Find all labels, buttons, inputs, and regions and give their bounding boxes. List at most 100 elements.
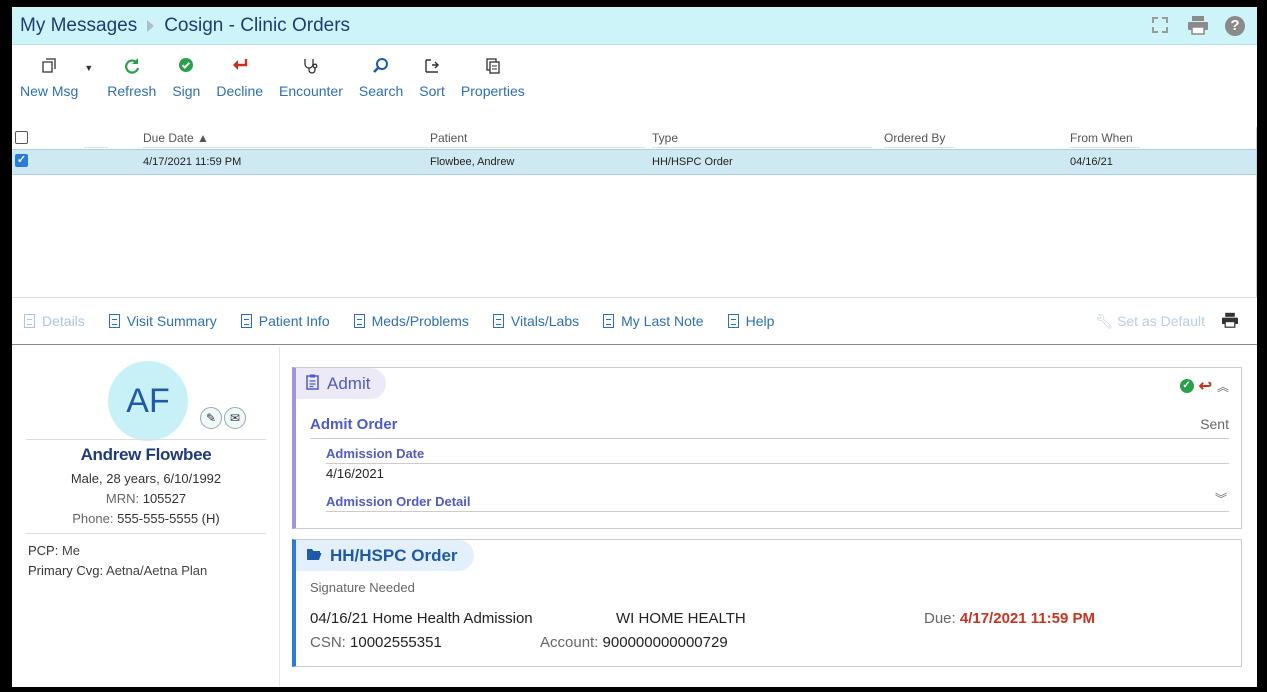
column-due-date[interactable]: Due Date ▲ <box>143 131 209 145</box>
decline-arrow-icon <box>231 57 249 77</box>
row-from-when: 04/16/21 <box>1070 156 1113 168</box>
sort-button[interactable]: Sort <box>411 51 453 99</box>
tab-meds-problems[interactable]: Meds/Problems <box>353 313 469 329</box>
properties-icon <box>484 57 502 77</box>
sort-icon <box>423 57 441 77</box>
header-divider <box>652 147 872 148</box>
document-icon <box>603 314 615 328</box>
table-row[interactable]: ✓ 4/17/2021 11:59 PM Flowbee, Andrew HH/… <box>12 149 1257 175</box>
order-agency: WI HOME HEALTH <box>616 610 746 627</box>
pcp-value: Me <box>61 543 81 558</box>
patient-panel: AF ✎ ✉ Andrew Flowbee Male, 28 years, 6/… <box>12 347 280 687</box>
document-icon <box>353 314 365 328</box>
print-icon[interactable] <box>1221 312 1239 333</box>
expand-icon[interactable] <box>1149 15 1171 37</box>
message-patient-icon[interactable]: ✉ <box>224 407 246 429</box>
collapse-up-icon[interactable]: ︽ <box>1217 378 1229 395</box>
row-checkbox[interactable]: ✓ <box>15 154 28 167</box>
new-msg-label: New Msg <box>20 83 79 99</box>
column-patient[interactable]: Patient <box>430 131 467 145</box>
toolbar: New Msg ▼ Refresh Sign Decline Encounter <box>12 51 533 111</box>
stethoscope-icon <box>302 57 320 77</box>
avatar: AF <box>108 361 188 441</box>
document-icon <box>492 314 504 328</box>
order-csn: CSN: 10002555351 <box>310 634 442 651</box>
divider <box>26 439 266 440</box>
tab-my-last-note[interactable]: My Last Note <box>603 313 704 329</box>
order-card: HH/HSPC Order Signature Needed 04/16/21 … <box>292 539 1242 667</box>
admit-status: Sent <box>1200 416 1229 432</box>
admit-card-title: Admit <box>327 373 371 393</box>
refresh-label: Refresh <box>107 83 157 99</box>
tab-patient-info[interactable]: Patient Info <box>240 313 330 329</box>
set-as-default-button[interactable]: 🔧︎ Set as Default <box>1095 313 1205 330</box>
breadcrumb-my-messages[interactable]: My Messages <box>20 15 137 37</box>
refresh-icon <box>123 57 141 77</box>
patient-coverage: Primary Cvg: Aetna/Aetna Plan <box>28 563 207 578</box>
due-label: Due: <box>924 610 956 627</box>
tab-details[interactable]: Details <box>24 313 85 329</box>
document-icon <box>108 314 120 328</box>
column-from-when[interactable]: From When <box>1070 131 1133 145</box>
order-due: Due: 4/17/2021 11:59 PM <box>924 610 1095 627</box>
column-type[interactable]: Type <box>652 131 678 145</box>
header-divider <box>884 147 954 148</box>
tab-vitals-labs[interactable]: Vitals/Labs <box>492 313 580 329</box>
order-account: Account: 900000000000729 <box>540 634 728 651</box>
account-label: Account: <box>540 634 599 651</box>
column-ordered-by[interactable]: Ordered By <box>884 131 945 145</box>
print-icon[interactable] <box>1187 15 1209 37</box>
tab-my-last-note-label: My Last Note <box>621 313 704 329</box>
edit-photo-icon[interactable]: ✎ <box>200 407 222 429</box>
patient-name: Andrew Flowbee <box>80 445 212 464</box>
sign-check-icon <box>178 57 194 77</box>
encounter-button[interactable]: Encounter <box>271 51 351 99</box>
detail-tabs: Details Visit Summary Patient Info Meds/… <box>12 297 1257 345</box>
tab-vitals-labs-label: Vitals/Labs <box>510 313 580 329</box>
search-button[interactable]: Search <box>351 51 411 99</box>
tab-visit-summary[interactable]: Visit Summary <box>108 313 217 329</box>
due-value: 4/17/2021 11:59 PM <box>959 610 1095 627</box>
row-patient: Flowbee, Andrew <box>430 156 515 168</box>
new-message-icon <box>40 57 58 77</box>
help-icon[interactable]: ? <box>1225 16 1245 36</box>
title-actions: ? <box>1149 15 1245 37</box>
order-card-header: HH/HSPC Order <box>296 540 474 571</box>
header-divider <box>84 147 108 148</box>
title-bar: My Messages Cosign - Clinic Orders ? <box>12 7 1257 45</box>
app-window: My Messages Cosign - Clinic Orders ? New… <box>12 7 1257 687</box>
search-label: Search <box>358 83 404 99</box>
decline-button[interactable]: Decline <box>208 51 271 99</box>
tab-meds-problems-label: Meds/Problems <box>371 313 469 329</box>
document-icon <box>240 314 252 328</box>
admit-card: Admit ✓ ↩ ︽ Admit Order Sent Admission D… <box>292 367 1242 529</box>
tab-help[interactable]: Help <box>727 313 774 329</box>
folder-open-icon <box>306 547 322 564</box>
admission-date-value: 4/16/2021 <box>326 466 384 481</box>
sign-label: Sign <box>172 83 201 99</box>
account-value: 900000000000729 <box>602 634 728 651</box>
sign-button[interactable]: Sign <box>164 51 208 99</box>
header-divider <box>143 147 428 148</box>
sign-check-icon[interactable]: ✓ <box>1179 379 1194 393</box>
patient-mrn: MRN: 105527 <box>12 491 280 506</box>
patient-demographics: Male, 28 years, 6/10/1992 <box>70 471 222 486</box>
properties-button[interactable]: Properties <box>453 51 533 99</box>
expand-down-icon[interactable]: ︾ <box>1215 490 1227 507</box>
patient-pcp: PCP: Me <box>28 543 80 558</box>
decline-arrow-icon[interactable]: ↩ <box>1199 376 1212 396</box>
admission-order-detail-label[interactable]: Admission Order Detail <box>326 494 470 509</box>
tab-visit-summary-label: Visit Summary <box>126 313 217 329</box>
admission-date-label: Admission Date <box>326 446 425 461</box>
csn-label: CSN: <box>310 634 346 651</box>
new-msg-button[interactable]: New Msg <box>12 51 86 99</box>
refresh-button[interactable]: Refresh <box>99 51 164 99</box>
document-icon <box>727 314 739 328</box>
sort-label: Sort <box>419 83 445 99</box>
wrench-icon: 🔧︎ <box>1095 313 1114 329</box>
tab-patient-info-label: Patient Info <box>258 313 330 329</box>
phone-value: 555-555-5555 (H) <box>117 511 220 526</box>
select-all-checkbox[interactable] <box>15 131 28 144</box>
mrn-label: MRN: <box>105 491 140 506</box>
new-msg-dropdown-icon[interactable]: ▼ <box>84 63 93 73</box>
